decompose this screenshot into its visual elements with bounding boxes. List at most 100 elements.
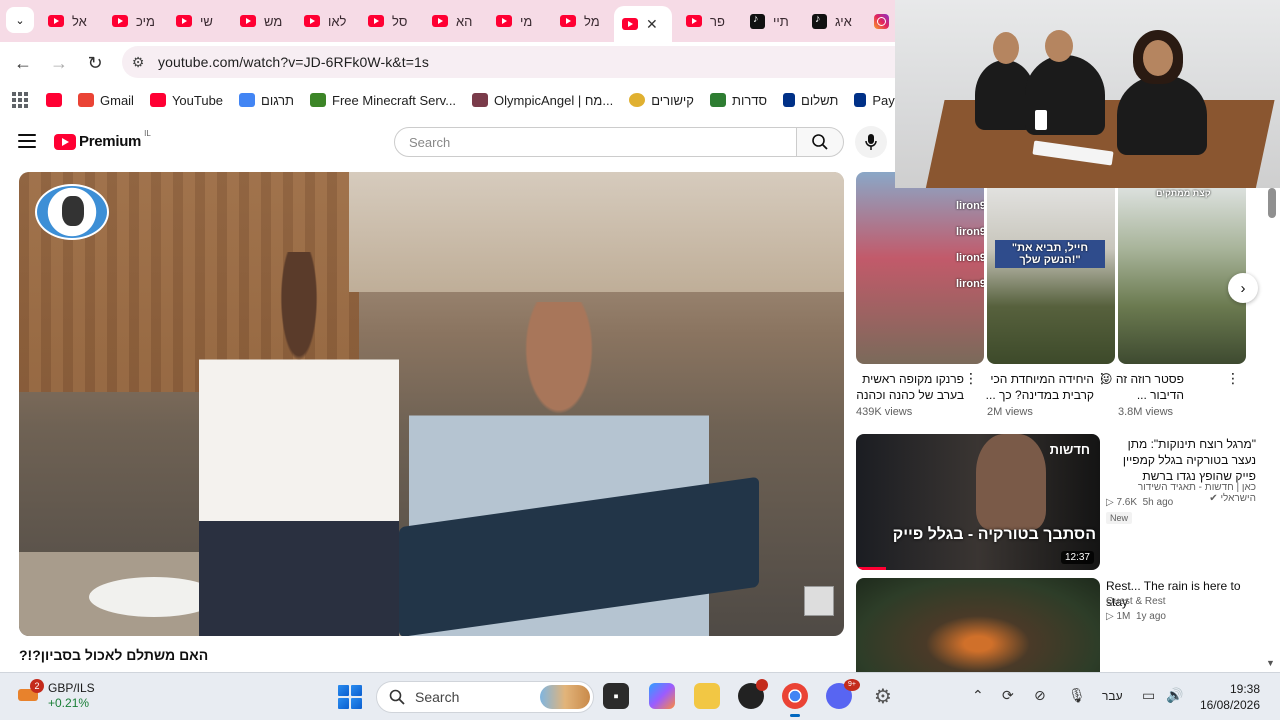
watch-progress bbox=[856, 567, 886, 570]
webcam-overlay bbox=[895, 0, 1280, 188]
volume-icon[interactable]: 🔊 bbox=[1166, 687, 1183, 704]
bookmark-youtube-2[interactable]: YouTube bbox=[149, 93, 223, 108]
stock-icon: 2 bbox=[18, 679, 44, 703]
short-title[interactable]: פסטר רוזה זה 😜 הדיבור ... bbox=[1066, 371, 1184, 403]
browser-tab[interactable]: תיי bbox=[742, 6, 797, 36]
short-views: 2M views bbox=[987, 406, 1033, 418]
youtube-masthead: Premium IL Search bbox=[0, 120, 895, 166]
browser-tab[interactable]: מל bbox=[552, 6, 608, 36]
video-thumbnail[interactable]: חדשות הסתבך בטורקיה - בגלל פייק 12:37 bbox=[856, 434, 1100, 570]
discord-icon[interactable]: 9+ bbox=[826, 679, 860, 709]
browser-tab[interactable]: אל bbox=[40, 6, 95, 36]
display-icon[interactable]: ▭ bbox=[1142, 687, 1155, 704]
youtube-play-icon bbox=[54, 133, 76, 150]
browser-tab[interactable]: איג bbox=[804, 6, 860, 36]
search-icon bbox=[389, 689, 405, 705]
browser-tab-active[interactable]: ✕ bbox=[614, 6, 672, 42]
browser-tab[interactable]: לאו bbox=[296, 6, 354, 36]
bookmark-minecraft[interactable]: Free Minecraft Serv... bbox=[310, 93, 456, 108]
translate-icon bbox=[239, 93, 256, 107]
channel-name[interactable]: Quest & Rest bbox=[1106, 596, 1165, 607]
new-badge: New bbox=[1106, 512, 1133, 524]
youtube-logo[interactable]: Premium IL bbox=[54, 129, 151, 150]
stock-widget[interactable]: 2 GBP/ILS +0.21% bbox=[18, 679, 95, 711]
bookmark-series[interactable]: סדרות bbox=[709, 93, 767, 108]
start-button[interactable] bbox=[338, 685, 362, 709]
reload-button[interactable]: ↻ bbox=[83, 51, 107, 75]
channel-branding-avatar[interactable] bbox=[35, 184, 109, 240]
obs-icon[interactable] bbox=[738, 679, 768, 709]
video-title: האם משתלם לאכול בסביון?!? bbox=[19, 647, 209, 663]
paypal-icon bbox=[783, 93, 796, 107]
site-info-icon[interactable]: ⚙ bbox=[124, 48, 152, 76]
forward-button[interactable]: → bbox=[47, 51, 71, 75]
clock[interactable]: 19:38 16/08/2026 bbox=[1196, 681, 1260, 713]
browser-tab[interactable]: סל bbox=[360, 6, 415, 36]
language-indicator[interactable]: עבר bbox=[1102, 689, 1123, 703]
short-thumbnail[interactable]: liron959 liron959 liron959 liron959 bbox=[856, 172, 984, 364]
sync-icon[interactable]: ⟳ bbox=[1002, 687, 1014, 704]
search-input[interactable]: Search bbox=[394, 127, 797, 157]
microphone-icon[interactable]: 🎙 bbox=[1068, 687, 1086, 704]
browser-toolbar: ← → ↻ ⚙ youtube.com/watch?v=JD-6RFk0W-k&… bbox=[0, 42, 912, 82]
youtube-icon bbox=[560, 15, 576, 27]
bookmark-payment[interactable]: תשלום bbox=[783, 93, 838, 108]
channel-watermark[interactable] bbox=[804, 586, 834, 616]
browser-tab[interactable]: מיכ bbox=[104, 6, 163, 36]
copilot-icon[interactable] bbox=[649, 683, 675, 709]
browser-tab[interactable]: הא bbox=[424, 6, 480, 36]
url-text[interactable]: youtube.com/watch?v=JD-6RFk0W-k&t=1s bbox=[158, 54, 429, 70]
settings-icon[interactable]: ⚙ bbox=[870, 683, 896, 709]
bookmark-gmail[interactable]: Gmail bbox=[78, 93, 134, 108]
short-views: 439K views bbox=[856, 406, 913, 418]
voice-search-button[interactable] bbox=[855, 126, 887, 158]
youtube-icon bbox=[112, 15, 128, 27]
browser-tab[interactable] bbox=[866, 6, 897, 36]
instagram-icon bbox=[874, 13, 889, 29]
close-tab-icon[interactable]: ✕ bbox=[646, 16, 658, 33]
short-thumbnail[interactable]: קצת ממתקים bbox=[1118, 172, 1246, 364]
browser-tab[interactable]: מי bbox=[488, 6, 540, 36]
scroll-down-icon[interactable]: ▼ bbox=[1266, 658, 1275, 668]
back-button[interactable]: ← bbox=[11, 51, 35, 75]
tiktok-icon bbox=[812, 13, 827, 29]
video-stats: ▷ 7.6K 5h ago bbox=[1106, 497, 1174, 508]
tab-search-button[interactable]: ⌄ bbox=[6, 7, 34, 33]
video-stats: ▷ 1M 1y ago bbox=[1106, 611, 1166, 622]
address-bar[interactable]: ⚙ youtube.com/watch?v=JD-6RFk0W-k&t=1s bbox=[122, 46, 912, 78]
chevron-up-icon[interactable]: ⌃ bbox=[972, 687, 984, 704]
gmail-icon bbox=[78, 93, 94, 107]
apps-grid-icon[interactable] bbox=[12, 92, 28, 108]
search-button[interactable] bbox=[796, 127, 844, 157]
menu-icon[interactable] bbox=[18, 134, 36, 148]
browser-tab[interactable]: פר bbox=[678, 6, 733, 36]
bookmarks-bar: Gmail YouTube תרגום Free Minecraft Serv.… bbox=[0, 82, 898, 118]
more-options-icon[interactable]: ⋮ bbox=[964, 371, 978, 385]
shorts-next-button[interactable]: › bbox=[1228, 273, 1258, 303]
short-thumbnail[interactable]: "חייל, תביא את הנשק שלך!" bbox=[987, 172, 1115, 364]
video-thumbnail[interactable] bbox=[856, 578, 1100, 672]
short-title[interactable]: פרנקו מקופה ראשית בערב של כהנה וכהנה bbox=[846, 371, 964, 403]
reload-icon: ↻ bbox=[87, 52, 103, 73]
more-options-icon[interactable]: ⋮ bbox=[1226, 371, 1240, 385]
minecraft-icon bbox=[310, 93, 327, 107]
bookmark-olympicangel[interactable]: OlympicAngel | מח... bbox=[472, 93, 613, 108]
youtube-icon bbox=[496, 15, 512, 27]
browser-tab[interactable]: שי bbox=[168, 6, 221, 36]
bookmark-translate[interactable]: תרגום bbox=[239, 93, 294, 108]
video-title-link[interactable]: "מרגל רוצח תינוקות": מתן נעצר בטורקיה בג… bbox=[1106, 436, 1256, 484]
scrollbar-thumb[interactable] bbox=[1268, 188, 1276, 218]
bookmark-youtube[interactable] bbox=[46, 93, 62, 107]
browser-tab[interactable]: מש bbox=[232, 6, 290, 36]
taskbar-search[interactable]: Search bbox=[376, 681, 594, 713]
task-view-icon[interactable]: ▪ bbox=[603, 683, 629, 709]
youtube-icon bbox=[240, 15, 256, 27]
video-player[interactable] bbox=[19, 172, 844, 636]
chrome-icon[interactable] bbox=[782, 683, 808, 717]
network-off-icon[interactable]: ⊘ bbox=[1034, 687, 1046, 704]
bookmark-paypal[interactable]: Payl bbox=[854, 93, 898, 108]
search-highlight-art bbox=[540, 685, 590, 709]
bookmark-links[interactable]: קישורים bbox=[629, 93, 694, 108]
file-explorer-icon[interactable] bbox=[694, 683, 720, 709]
folder-icon bbox=[709, 93, 726, 107]
